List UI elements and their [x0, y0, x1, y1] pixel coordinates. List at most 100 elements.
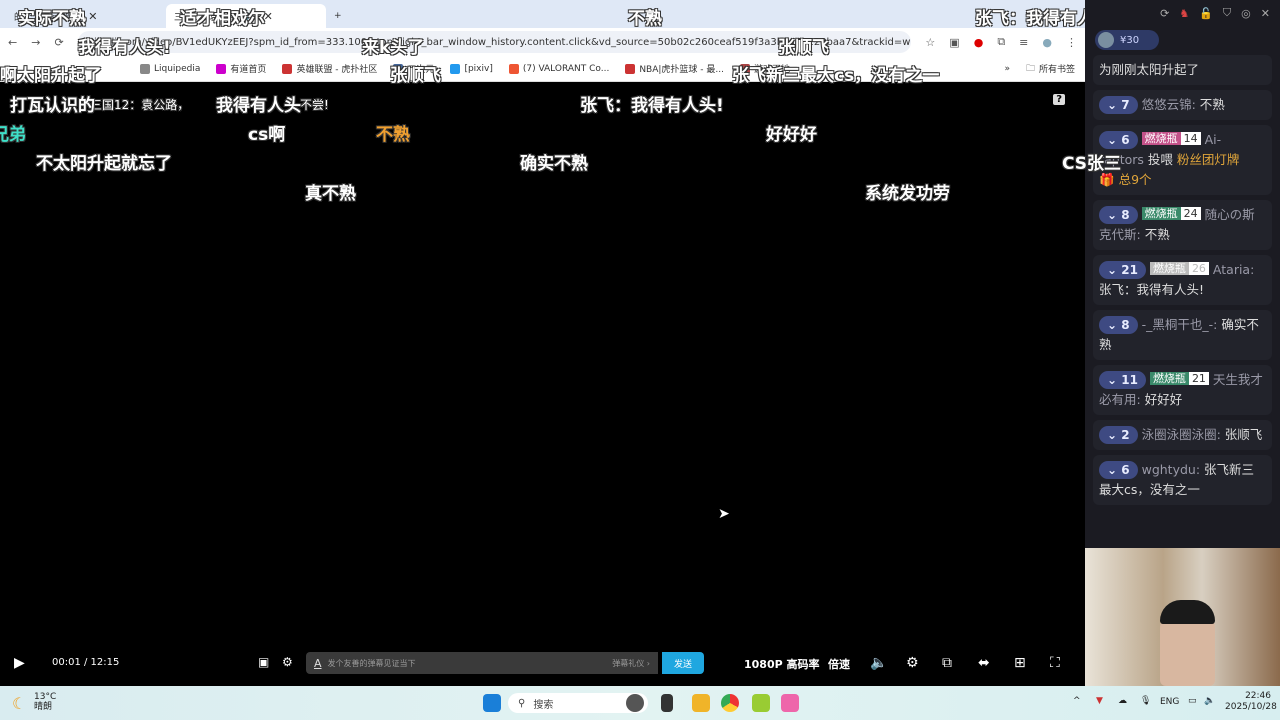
chat-message: ⌄ 8 -_黑桐干也_-: 确实不熟 — [1093, 310, 1272, 360]
pip-icon[interactable]: ⧉ — [942, 655, 952, 671]
send-button[interactable]: 发送 — [662, 652, 704, 674]
fan-badge: 燃烧瓶 14 — [1141, 130, 1201, 148]
opera-icon[interactable]: ● — [974, 36, 984, 49]
network-icon[interactable]: ▭ — [1188, 696, 1197, 706]
all-bookmarks[interactable]: 🗀 所有书签 — [1026, 61, 1075, 77]
player-controls: ▶ 00:01 / 12:15 ▣ ⚙ A 发个友善的弹幕见证当下 弹幕礼仪 ›… — [0, 645, 1085, 686]
danmaku: 不太阳升起就忘了 — [36, 154, 172, 174]
help-icon[interactable]: ? — [1053, 94, 1065, 105]
profile-icon[interactable]: ● — [1042, 36, 1052, 49]
webcam-overlay — [1085, 548, 1280, 686]
tray-app-icon[interactable]: ▼ — [1096, 696, 1103, 706]
star-icon[interactable]: ☆ — [925, 36, 935, 49]
forward-icon[interactable]: → — [31, 36, 40, 49]
danmaku: 啊太阳升起了 — [0, 66, 102, 86]
reload-icon[interactable]: ⟳ — [54, 36, 63, 49]
danmaku: 不熟 — [376, 125, 410, 145]
level-badge: ⌄ 8 — [1099, 316, 1138, 334]
danmaku: 打瓦认识的 — [10, 96, 95, 116]
level-badge: ⌄ 8 — [1099, 206, 1138, 224]
refresh-icon[interactable]: ⟳ — [1160, 7, 1169, 20]
widescreen-icon[interactable]: ⬌ — [978, 655, 990, 671]
app-icon[interactable] — [781, 694, 799, 712]
danmaku: 兄弟 — [0, 125, 26, 145]
extension-icon[interactable]: ▣ — [949, 36, 959, 49]
target-icon[interactable]: ◎ — [1241, 7, 1251, 20]
settings-icon[interactable]: ⚙ — [906, 655, 919, 671]
new-tab-button[interactable]: + — [326, 4, 356, 28]
mouse-cursor: ➤ — [718, 506, 730, 522]
danmaku: 三国12：袁公路， — [90, 98, 190, 112]
terminal-icon[interactable] — [661, 694, 673, 712]
bookmark[interactable]: (7) VALORANT Co... — [508, 63, 609, 74]
bookmark[interactable]: NBA|虎扑篮球 - 最... — [625, 62, 724, 75]
weather-icon: ☾ — [12, 694, 27, 713]
chrome-icon[interactable] — [721, 694, 739, 712]
chat-message: ⌄ 7 悠悠云锦: 不熟 — [1093, 90, 1272, 120]
bookmark[interactable]: 英雄联盟 - 虎扑社区 — [282, 62, 377, 75]
bookmark[interactable]: Liquipedia — [140, 63, 200, 74]
danmaku: 张飞：我得有人头! — [580, 96, 724, 116]
bookmarks-overflow[interactable]: » — [1004, 64, 1010, 74]
fan-badge: 燃烧瓶 26 — [1149, 260, 1209, 278]
font-style-icon[interactable]: A — [314, 657, 322, 670]
clock[interactable]: 22:46 2025/10/28 — [1225, 691, 1277, 713]
danmaku: 适才相戏尔 — [180, 9, 265, 29]
puzzle-icon[interactable]: ⧉ — [997, 35, 1005, 49]
danmaku-toggle-icon[interactable]: ▣ — [258, 655, 269, 669]
volume-icon[interactable]: 🔈 — [1204, 696, 1215, 706]
level-badge: ⌄ 6 — [1099, 131, 1138, 149]
tray-cloud-icon[interactable]: ☁ — [1118, 696, 1127, 706]
app-icon[interactable] — [626, 694, 644, 712]
back-icon[interactable]: ← — [8, 36, 17, 49]
gift-badge: ¥30 — [1095, 30, 1159, 50]
app-icon[interactable] — [752, 694, 770, 712]
microphone-icon[interactable]: 🎙 — [1140, 696, 1151, 706]
bookmark[interactable]: 有道首页 — [216, 62, 266, 75]
danmaku: 真不熟 — [305, 184, 356, 204]
volume-icon[interactable]: 🔈 — [870, 655, 887, 671]
chat-message: 为刚刚太阳升起了 — [1093, 55, 1272, 85]
close-icon[interactable]: ✕ — [1261, 7, 1270, 20]
chat-message: ⌄ 11 燃烧瓶 21 天生我才必有用: 好好好 — [1093, 365, 1272, 415]
level-badge: ⌄ 11 — [1099, 371, 1146, 389]
danmaku-input[interactable]: A 发个友善的弹幕见证当下 弹幕礼仪 › — [306, 652, 658, 674]
weather-widget[interactable]: 13°C 晴朗 — [34, 692, 56, 712]
menu-icon[interactable]: ⋮ — [1066, 36, 1077, 49]
level-badge: ⌄ 21 — [1099, 261, 1146, 279]
language-indicator[interactable]: ENG — [1160, 697, 1179, 707]
cat-icon[interactable]: ♞ — [1179, 7, 1189, 20]
fan-badge: 燃烧瓶 21 — [1149, 370, 1209, 388]
danmaku-chat-panel: ⟳ ♞ 🔓 ⛉ ◎ ✕ ¥30 为刚刚太阳升起了 ⌄ 7 悠悠云锦: 不熟 ⌄ 6… — [1085, 0, 1280, 548]
danmaku: 不尝! — [300, 98, 329, 112]
danmaku: cs啊 — [248, 125, 286, 145]
file-explorer-icon[interactable] — [692, 694, 710, 712]
fullscreen-icon[interactable]: ⛶ — [1050, 655, 1060, 671]
media-icon[interactable]: ≡ — [1019, 36, 1028, 49]
chat-message: ⌄ 2 泳圈泳圈泳圈: 张顺飞 — [1093, 420, 1272, 450]
danmaku: 好好好 — [766, 125, 817, 145]
danmaku: 实际不熟 — [18, 9, 86, 29]
level-badge: ⌄ 2 — [1099, 426, 1138, 444]
danmaku: 系统发功劳 — [865, 184, 950, 204]
danmaku: 我得有人头! — [78, 38, 171, 58]
tray-expand-icon[interactable]: ^ — [1073, 696, 1081, 706]
start-icon[interactable] — [483, 694, 501, 712]
shield-icon[interactable]: ⛉ — [1223, 6, 1231, 20]
danmaku: 张顺飞 — [778, 38, 829, 58]
gift-icon: 🎁 — [1099, 172, 1115, 187]
play-icon[interactable]: ▶ — [14, 655, 25, 671]
danmaku-settings-icon[interactable]: ⚙ — [282, 655, 293, 669]
close-tab-icon[interactable]: ✕ — [88, 10, 97, 23]
search-icon: ⚲ — [518, 697, 526, 709]
quality-button[interactable]: 1080P 高码率 — [744, 656, 820, 672]
bookmark[interactable]: [pixiv] — [450, 63, 493, 74]
danmaku: 我得有人头 — [216, 96, 301, 116]
speed-button[interactable]: 倍速 — [828, 656, 850, 672]
folder-icon: 🗀 — [1025, 63, 1035, 74]
lock-icon[interactable]: 🔓 — [1199, 7, 1213, 20]
chat-message: ⌄ 6 wghtydu: 张飞新三最大cs，没有之一 — [1093, 455, 1272, 505]
chat-message: ⌄ 8 燃烧瓶 24 随心の斯克代斯: 不熟 — [1093, 200, 1272, 250]
web-fullscreen-icon[interactable]: ⊞ — [1014, 655, 1026, 671]
danmaku-etiquette-link[interactable]: 弹幕礼仪 › — [612, 658, 650, 669]
